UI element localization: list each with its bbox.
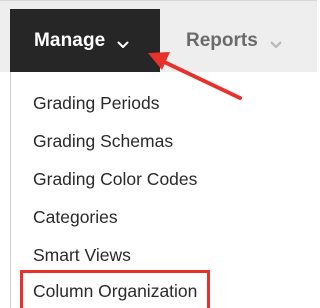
menu-item-grading-schemas[interactable]: Grading Schemas (33, 122, 173, 160)
chevron-down-icon (117, 37, 129, 48)
menu-item-smart-views[interactable]: Smart Views (33, 236, 131, 274)
tab-reports-label: Reports (186, 30, 258, 51)
menu-item-grading-periods[interactable]: Grading Periods (33, 84, 159, 122)
menu-item-categories[interactable]: Categories (33, 198, 118, 236)
menu-item-column-organization[interactable]: Column Organization (20, 270, 211, 308)
screenshot-frame: Manage Reports Grading Periods Grading S… (0, 0, 317, 308)
tab-manage[interactable]: Manage (10, 9, 160, 73)
chevron-down-icon (270, 37, 282, 48)
tab-manage-label: Manage (34, 30, 106, 51)
tab-bar: Manage Reports (0, 0, 317, 73)
tab-reports[interactable]: Reports (160, 9, 282, 73)
menu-item-grading-color-codes[interactable]: Grading Color Codes (33, 160, 197, 198)
manage-dropdown-menu: Grading Periods Grading Schemas Grading … (10, 72, 310, 308)
